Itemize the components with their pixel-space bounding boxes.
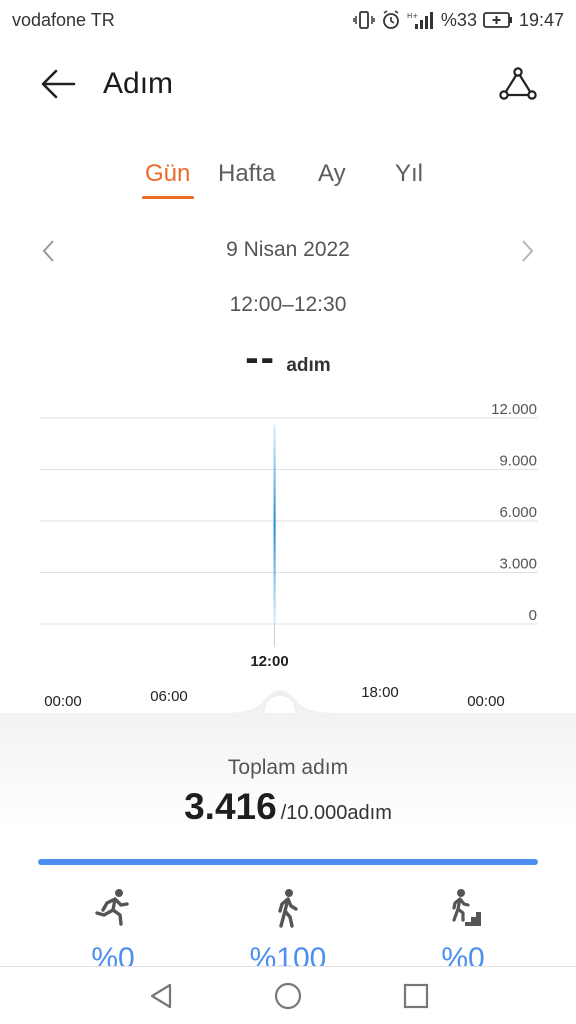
goal-progress-fill	[38, 859, 538, 865]
status-bar: vodafone TR H+ %33 19:47	[0, 0, 576, 40]
selected-value-unit: adım	[286, 355, 331, 376]
y-tick-label: 3.000	[499, 556, 537, 573]
selected-x-label: 12:00	[250, 653, 288, 670]
chart-canvas: 12.000 9.000 6.000 3.000 0 12:00 00:00 06:00 18:…	[40, 401, 538, 715]
tab-day[interactable]: Gün	[145, 158, 190, 190]
x-tick-label: 06:00	[150, 688, 188, 705]
activity-breakdown: %0 %100 %0	[0, 888, 576, 968]
x-tick-label: 00:00	[467, 693, 505, 710]
walking-percent: %100	[249, 942, 327, 968]
steps-chart[interactable]: 12.000 9.000 6.000 3.000 0 12:00 00:00 06:00 18:…	[0, 395, 576, 715]
active-tab-indicator	[142, 196, 194, 199]
alarm-icon	[381, 10, 401, 30]
nav-home-button[interactable]	[272, 981, 304, 1011]
status-icons: H+ %33 19:47	[353, 10, 564, 31]
selected-value: -- adım	[0, 336, 576, 381]
next-date-button[interactable]	[516, 236, 540, 266]
tab-week[interactable]: Hafta	[218, 158, 275, 190]
x-tick-label: 18:00	[361, 684, 399, 701]
tab-year[interactable]: Yıl	[395, 158, 423, 190]
goal-progress-bar	[38, 859, 538, 865]
back-triangle-icon	[150, 983, 172, 1009]
total-steps: 3.416/10.000adım	[0, 786, 576, 828]
vibrate-icon	[353, 10, 375, 30]
total-steps-title: Toplam adım	[227, 756, 349, 779]
walking-icon	[278, 889, 298, 928]
carrier-label: vodafone TR	[12, 9, 115, 30]
time-range-label: 12:00–12:30	[229, 293, 347, 316]
x-tick-label: 00:00	[44, 693, 82, 710]
steps-goal: /10.000adım	[280, 802, 392, 824]
total-steps-value: 3.416	[184, 786, 277, 827]
date-navigator: 9 Nisan 2022	[0, 234, 576, 268]
climbing-percent: %0	[441, 942, 485, 968]
battery-percent: %33	[440, 9, 477, 30]
chevron-left-icon	[42, 240, 54, 262]
y-tick-label: 12.000	[491, 401, 537, 418]
share-button[interactable]	[498, 66, 538, 102]
nav-back-button[interactable]	[145, 981, 177, 1011]
battery-charging-icon	[483, 11, 513, 29]
activity-climbing[interactable]: %0	[403, 888, 523, 968]
climbing-stairs-icon	[452, 889, 481, 926]
y-tick-label: 6.000	[499, 504, 537, 521]
share-icon	[499, 67, 537, 100]
running-percent: %0	[91, 942, 135, 968]
back-button[interactable]	[38, 66, 78, 102]
y-tick-label: 9.000	[499, 453, 537, 470]
system-nav-bar	[0, 966, 576, 1024]
date-label: 9 Nisan 2022	[226, 238, 350, 261]
chevron-right-icon	[522, 240, 534, 262]
tab-month[interactable]: Ay	[318, 158, 346, 190]
chart-bar	[273, 424, 276, 624]
period-tabs: Gün Hafta Ay Yıl	[0, 158, 576, 202]
arrow-left-icon	[41, 69, 76, 99]
svg-text:H+: H+	[407, 12, 418, 20]
page-title: Adım	[103, 67, 174, 100]
activity-running[interactable]: %0	[53, 888, 173, 968]
selected-value-number: --	[245, 336, 276, 380]
nav-recents-button[interactable]	[400, 981, 432, 1011]
signal-icon: H+	[407, 10, 435, 30]
clock: 19:47	[518, 9, 564, 30]
activity-walking[interactable]: %100	[228, 888, 348, 968]
home-circle-icon	[274, 982, 302, 1010]
running-icon	[95, 889, 129, 926]
app-header: Adım	[0, 52, 576, 116]
recents-square-icon	[403, 983, 429, 1009]
previous-date-button[interactable]	[36, 236, 60, 266]
y-tick-label: 0	[529, 607, 537, 624]
